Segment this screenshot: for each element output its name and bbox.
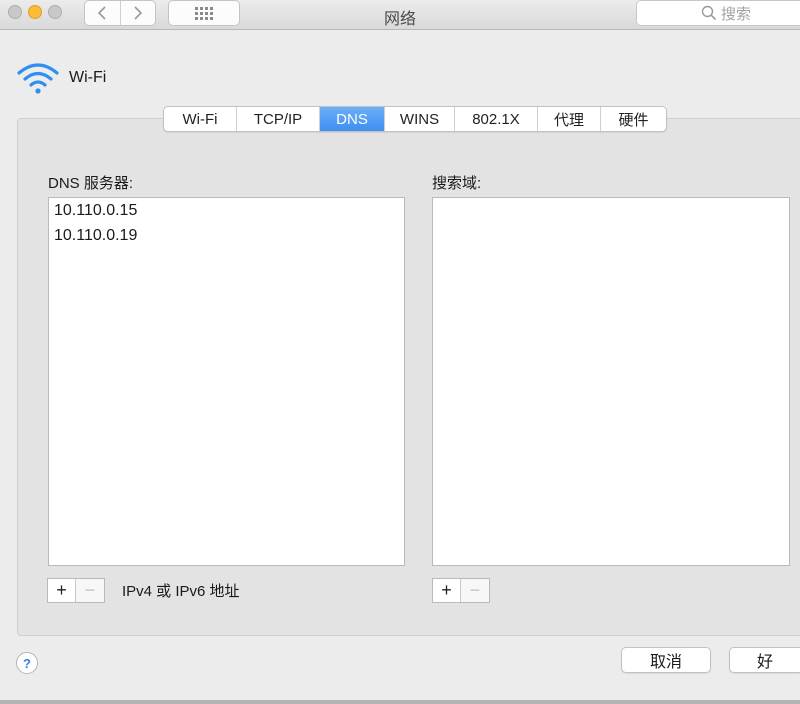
tab-wifi[interactable]: Wi-Fi: [164, 107, 237, 131]
tab-proxy[interactable]: 代理: [538, 107, 601, 131]
search-icon: [701, 5, 717, 21]
dns-add-remove-control: + −: [47, 578, 105, 603]
interface-name: Wi-Fi: [69, 69, 107, 86]
search-input[interactable]: 搜索: [636, 0, 800, 26]
tab-bar: Wi-Fi TCP/IP DNS WINS 802.1X 代理 硬件: [163, 106, 667, 132]
wifi-icon: [17, 63, 59, 94]
search-domains-list[interactable]: [432, 197, 790, 566]
tab-dns[interactable]: DNS: [320, 107, 385, 131]
address-hint: IPv4 或 IPv6 地址: [122, 583, 240, 600]
ok-button[interactable]: 好: [729, 647, 800, 673]
add-dns-button[interactable]: +: [48, 579, 76, 602]
title-bar: 网络 搜索: [0, 0, 800, 30]
dns-servers-label: DNS 服务器:: [48, 175, 134, 192]
tab-8021x[interactable]: 802.1X: [455, 107, 538, 131]
tab-wins[interactable]: WINS: [385, 107, 455, 131]
tab-tcpip[interactable]: TCP/IP: [237, 107, 320, 131]
search-placeholder: 搜索: [721, 5, 752, 23]
add-domain-button[interactable]: +: [433, 579, 461, 602]
help-button[interactable]: ?: [16, 652, 38, 674]
domain-add-remove-control: + −: [432, 578, 490, 603]
window-bottom-edge: [0, 700, 800, 704]
search-domains-label: 搜索域:: [432, 175, 482, 192]
list-item[interactable]: 10.110.0.15: [49, 198, 404, 223]
tab-hardware[interactable]: 硬件: [601, 107, 666, 131]
remove-domain-button[interactable]: −: [461, 579, 489, 602]
dns-servers-list[interactable]: 10.110.0.15 10.110.0.19: [48, 197, 405, 566]
remove-dns-button[interactable]: −: [76, 579, 104, 602]
cancel-button[interactable]: 取消: [621, 647, 711, 673]
list-item[interactable]: 10.110.0.19: [49, 223, 404, 248]
